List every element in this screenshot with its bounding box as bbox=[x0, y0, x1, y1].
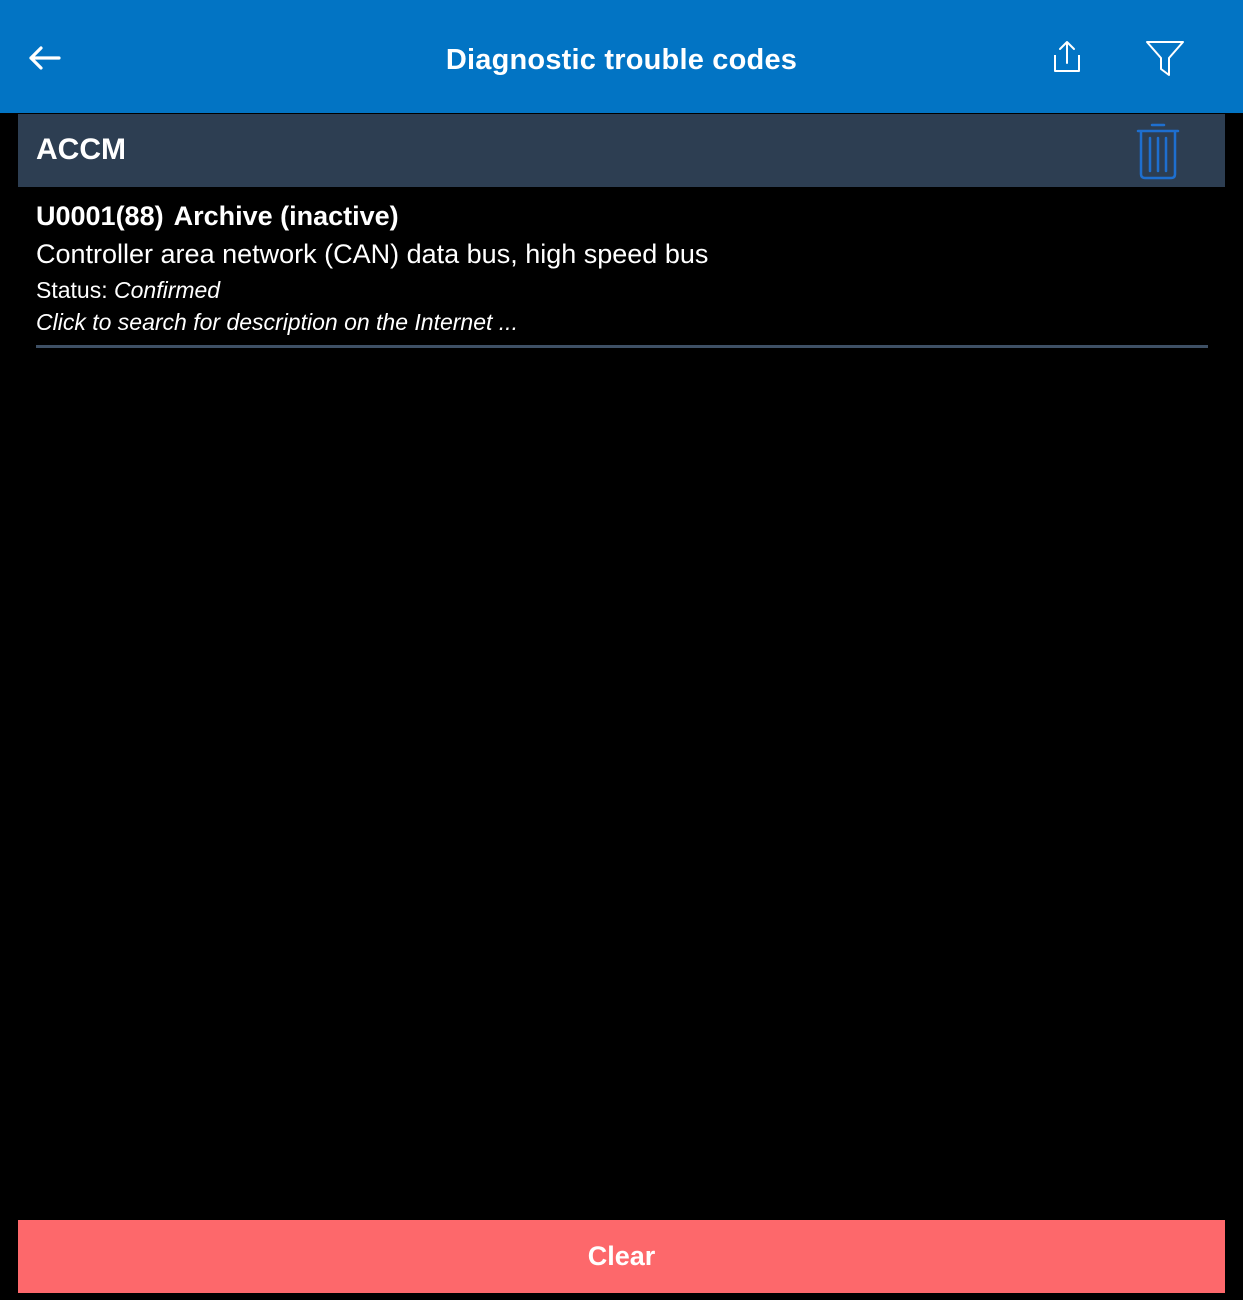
dtc-status: Status: Confirmed bbox=[36, 277, 220, 304]
module-name: ACCM bbox=[36, 133, 126, 166]
dtc-list-item[interactable]: U0001(88) Archive (inactive) Controller a… bbox=[36, 196, 1208, 348]
dtc-status-value: Confirmed bbox=[114, 277, 221, 303]
app-bar: Diagnostic trouble codes bbox=[0, 0, 1243, 113]
dtc-code: U0001(88) bbox=[36, 201, 164, 231]
module-header: ACCM bbox=[18, 114, 1225, 187]
dtc-title: U0001(88) Archive (inactive) bbox=[36, 201, 399, 232]
delete-module-button[interactable] bbox=[1128, 120, 1188, 182]
share-button[interactable] bbox=[1044, 34, 1090, 80]
clear-button[interactable]: Clear bbox=[18, 1220, 1225, 1293]
filter-button[interactable] bbox=[1141, 34, 1189, 82]
share-icon bbox=[1054, 41, 1080, 72]
dtc-search-link[interactable]: Click to search for description on the I… bbox=[36, 309, 518, 336]
filter-icon bbox=[1146, 41, 1184, 76]
dtc-status-label: Status: bbox=[36, 277, 108, 303]
dtc-state: Archive (inactive) bbox=[173, 201, 399, 231]
dtc-description: Controller area network (CAN) data bus, … bbox=[36, 239, 709, 269]
trash-icon bbox=[1136, 123, 1180, 180]
